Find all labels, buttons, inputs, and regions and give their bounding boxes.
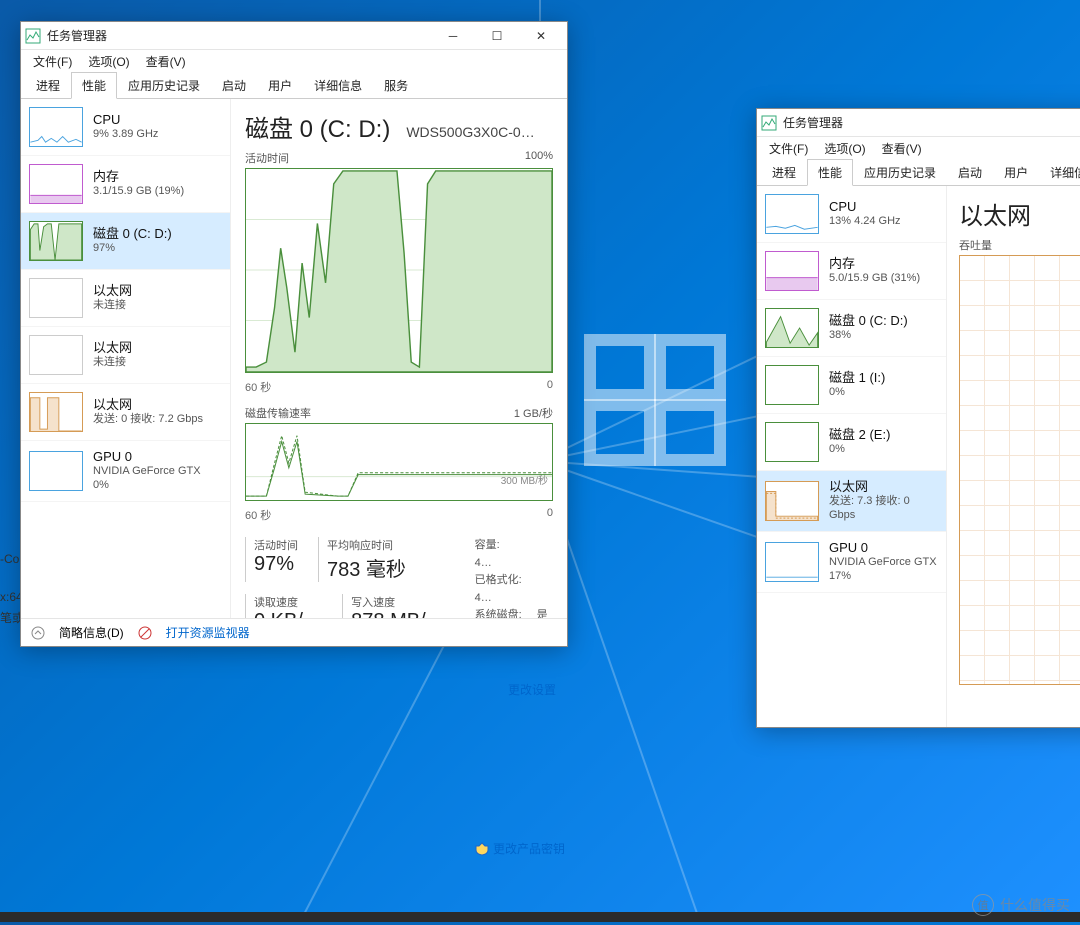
window-title: 任务管理器 bbox=[783, 114, 1080, 131]
tab-processes[interactable]: 进程 bbox=[761, 159, 807, 186]
disk-info: 容量:4… 已格式化:4… 系统磁盘:是 页面文件:是 bbox=[475, 537, 553, 618]
minimize-button[interactable]: ─ bbox=[431, 22, 475, 50]
maximize-button[interactable]: ☐ bbox=[475, 22, 519, 50]
tab-startup[interactable]: 启动 bbox=[211, 72, 257, 99]
menu-options[interactable]: 选项(O) bbox=[82, 51, 135, 72]
eth-thumb bbox=[29, 278, 83, 318]
perf-detail: 磁盘 0 (C: D:) WDS500G3X0C-0… 活动时间100% 60 … bbox=[231, 99, 567, 618]
memory-thumb bbox=[29, 164, 83, 204]
open-resource-monitor[interactable]: 打开资源监视器 bbox=[166, 624, 250, 641]
change-product-key-link[interactable]: 更改产品密钥 bbox=[475, 840, 565, 857]
read-speed: 0 KB/秒 bbox=[254, 610, 322, 618]
activity-graph bbox=[245, 168, 553, 373]
sidebar-item-cpu[interactable]: CPU13% 4.24 GHz bbox=[757, 186, 946, 243]
tab-processes[interactable]: 进程 bbox=[25, 72, 71, 99]
sidebar-item-disk2[interactable]: 磁盘 2 (E:)0% bbox=[757, 414, 946, 471]
disk-thumb bbox=[29, 221, 83, 261]
menu-bar: 文件(F) 选项(O) 查看(V) bbox=[21, 50, 567, 72]
menu-file[interactable]: 文件(F) bbox=[763, 138, 814, 159]
brief-info-button[interactable]: 简略信息(D) bbox=[59, 624, 124, 641]
sidebar-item-gpu[interactable]: GPU 0NVIDIA GeForce GTX0% bbox=[21, 441, 230, 502]
watermark-badge-icon: 值 bbox=[972, 894, 994, 916]
tab-bar: 进程 性能 应用历史记录 启动 用户 详细信息 服务 bbox=[21, 72, 567, 99]
sidebar-item-eth1[interactable]: 以太网未连接 bbox=[21, 270, 230, 327]
detail-title: 以太网 bbox=[959, 196, 1031, 231]
no-icon bbox=[138, 626, 152, 640]
menu-view[interactable]: 查看(V) bbox=[876, 138, 928, 159]
sidebar-item-disk1[interactable]: 磁盘 1 (I:)0% bbox=[757, 357, 946, 414]
menu-file[interactable]: 文件(F) bbox=[27, 51, 78, 72]
shield-icon bbox=[490, 683, 504, 697]
tab-startup[interactable]: 启动 bbox=[947, 159, 993, 186]
tab-performance[interactable]: 性能 bbox=[71, 72, 117, 99]
sidebar-item-eth[interactable]: 以太网发送: 7.3 接收: 0 Gbps bbox=[757, 471, 946, 532]
tab-app-history[interactable]: 应用历史记录 bbox=[117, 72, 211, 99]
sidebar-item-gpu[interactable]: GPU 0NVIDIA GeForce GTX17% bbox=[757, 532, 946, 593]
menu-options[interactable]: 选项(O) bbox=[818, 138, 871, 159]
gpu-thumb bbox=[29, 451, 83, 491]
tab-performance[interactable]: 性能 bbox=[807, 159, 853, 186]
task-manager-window-1: 任务管理器 ─ ☐ ✕ 文件(F) 选项(O) 查看(V) 进程 性能 应用历史… bbox=[20, 21, 568, 647]
response-time: 783 毫秒 bbox=[327, 553, 406, 582]
tab-details[interactable]: 详细信息 bbox=[303, 72, 373, 99]
sidebar-item-disk0[interactable]: 磁盘 0 (C: D:)97% bbox=[21, 213, 230, 270]
sidebar-item-disk0[interactable]: 磁盘 0 (C: D:)38% bbox=[757, 300, 946, 357]
tab-services[interactable]: 服务 bbox=[373, 72, 419, 99]
tab-users[interactable]: 用户 bbox=[257, 72, 303, 99]
sidebar-item-eth2[interactable]: 以太网未连接 bbox=[21, 327, 230, 384]
disk-model: WDS500G3X0C-0… bbox=[406, 124, 534, 140]
tab-users[interactable]: 用户 bbox=[993, 159, 1039, 186]
shield-icon bbox=[475, 842, 489, 856]
eth-thumb bbox=[29, 335, 83, 375]
app-icon bbox=[761, 115, 777, 131]
write-speed: 878 MB/秒 bbox=[351, 610, 444, 618]
chevron-up-icon bbox=[31, 626, 45, 640]
taskbar[interactable] bbox=[0, 912, 1080, 922]
eth-thumb bbox=[29, 392, 83, 432]
window-title: 任务管理器 bbox=[47, 27, 431, 44]
titlebar[interactable]: 任务管理器 bbox=[757, 109, 1080, 137]
tab-details[interactable]: 详细信息 bbox=[1039, 159, 1080, 186]
active-time: 97% bbox=[254, 553, 298, 576]
sidebar-item-eth3[interactable]: 以太网发送: 0 接收: 7.2 Gbps bbox=[21, 384, 230, 441]
cpu-thumb bbox=[29, 107, 83, 147]
bg-text: -Co bbox=[0, 552, 19, 566]
watermark: 值 什么值得买 bbox=[972, 894, 1070, 916]
tab-app-history[interactable]: 应用历史记录 bbox=[853, 159, 947, 186]
sidebar-item-memory[interactable]: 内存5.0/15.9 GB (31%) bbox=[757, 243, 946, 300]
sidebar-item-cpu[interactable]: CPU9% 3.89 GHz bbox=[21, 99, 230, 156]
ethernet-graph bbox=[959, 255, 1080, 685]
footer: 简略信息(D) 打开资源监视器 bbox=[21, 618, 567, 646]
menu-view[interactable]: 查看(V) bbox=[140, 51, 192, 72]
perf-sidebar: CPU9% 3.89 GHz 内存3.1/15.9 GB (19%) 磁盘 0 … bbox=[21, 99, 231, 618]
change-settings-link[interactable]: 更改设置 bbox=[490, 681, 556, 698]
sidebar-label: CPU bbox=[93, 112, 158, 128]
app-icon bbox=[25, 28, 41, 44]
sidebar-item-memory[interactable]: 内存3.1/15.9 GB (19%) bbox=[21, 156, 230, 213]
close-button[interactable]: ✕ bbox=[519, 22, 563, 50]
titlebar[interactable]: 任务管理器 ─ ☐ ✕ bbox=[21, 22, 567, 50]
detail-title: 磁盘 0 (C: D:) bbox=[245, 109, 390, 144]
transfer-graph: 300 MB/秒 bbox=[245, 423, 553, 501]
task-manager-window-2: 任务管理器 文件(F) 选项(O) 查看(V) 进程 性能 应用历史记录 启动 … bbox=[756, 108, 1080, 728]
